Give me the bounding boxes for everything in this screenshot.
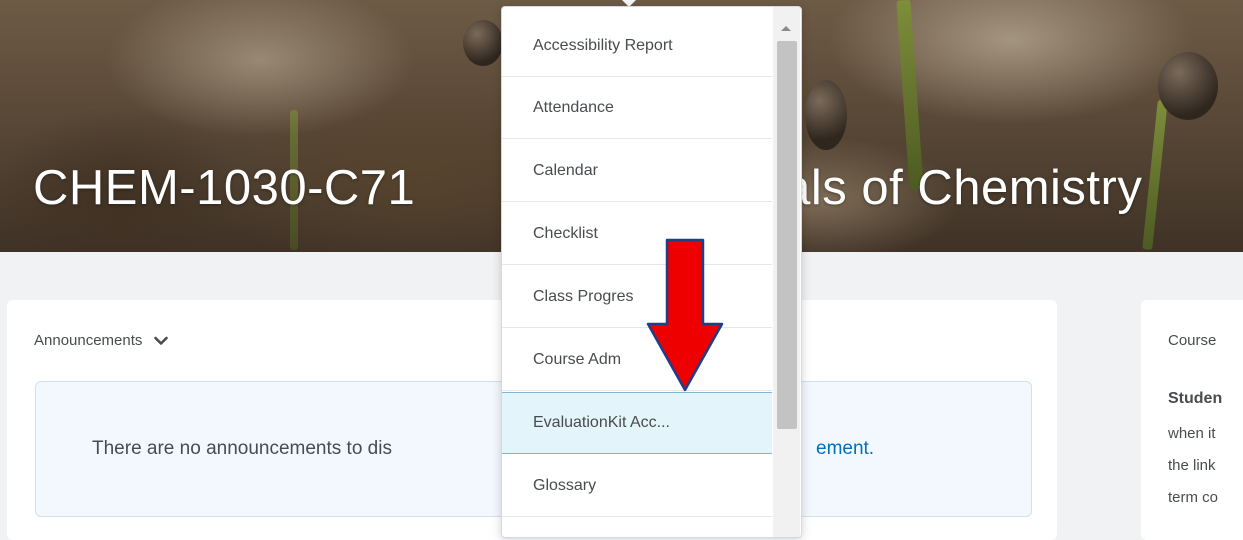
dropdown-scroll-thumb[interactable] [777,41,797,429]
menu-item-checklist[interactable]: Checklist [502,203,772,265]
course-info-line: term co [1168,489,1219,506]
course-info-bold: Studen [1168,390,1223,407]
course-title-rest: tals of Chemistry [769,161,1143,215]
announcements-title: Announcements [34,332,143,349]
scroll-up-arrow-icon[interactable] [779,19,793,37]
pebble [463,20,503,66]
course-info-title: Course [1168,332,1217,349]
menu-item-attendance[interactable]: Attendance [502,77,772,139]
chevron-down-icon[interactable] [154,336,169,346]
menu-item-evaluationkit[interactable]: EvaluationKit Acc... [502,392,772,454]
pebble [805,80,847,150]
menu-item-course-admin[interactable]: Course Adm [502,329,772,391]
menu-item-class-progress[interactable]: Class Progres [502,266,772,328]
plant-stalk [1142,99,1168,251]
create-announcement-link[interactable]: ement. [816,438,874,460]
course-title: CHEM-1030-C71 [33,161,416,215]
pebble [1158,52,1218,120]
announcements-empty-text: There are no announcements to dis [92,438,392,459]
course-info-line: when it [1168,425,1216,442]
menu-item-accessibility-report[interactable]: Accessibility Report [502,15,772,77]
announcements-header[interactable]: Announcements [34,332,169,349]
course-info-line: the link [1168,457,1216,474]
menu-item-glossary[interactable]: Glossary [502,455,772,517]
menu-item-calendar[interactable]: Calendar [502,140,772,202]
red-arrow-down-icon [646,238,724,398]
